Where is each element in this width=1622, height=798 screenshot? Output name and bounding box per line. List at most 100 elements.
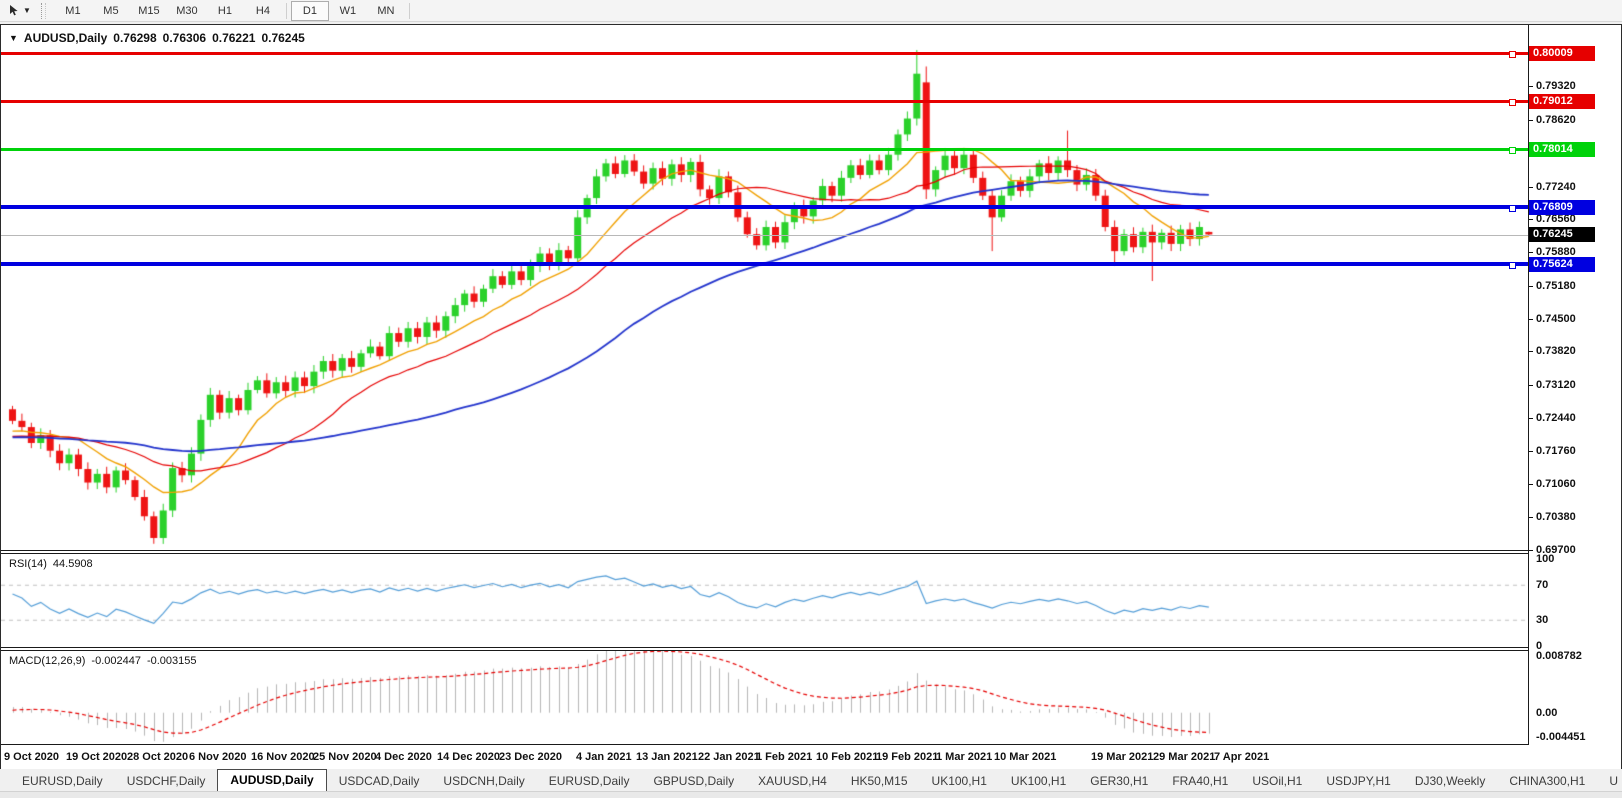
price-level-badge: 0.80009 bbox=[1529, 46, 1595, 61]
date-tick-label: 10 Mar 2021 bbox=[994, 751, 1056, 763]
price-level-line-0.80009[interactable] bbox=[1, 52, 1528, 55]
date-tick-label: 25 Nov 2020 bbox=[313, 751, 377, 763]
date-tick-label: 19 Oct 2020 bbox=[66, 751, 127, 763]
tab-u[interactable]: U bbox=[1597, 772, 1622, 791]
date-tick-label: 28 Oct 2020 bbox=[127, 751, 188, 763]
price-tick-label: 0.75180 bbox=[1536, 281, 1576, 292]
timeframe-m5[interactable]: M5 bbox=[92, 1, 130, 21]
tab-uk100-h1[interactable]: UK100,H1 bbox=[920, 772, 999, 791]
price-level-handle[interactable] bbox=[1509, 205, 1516, 212]
bid-price-badge: 0.76245 bbox=[1529, 227, 1595, 242]
tab-eurusd-daily[interactable]: EURUSD,Daily bbox=[10, 772, 115, 791]
time-axis: 9 Oct 2020 19 Oct 202028 Oct 20206 Nov 20… bbox=[1, 745, 1621, 768]
macd-chart-canvas[interactable] bbox=[1, 651, 1528, 744]
chart-open-value: 0.76298 bbox=[113, 31, 156, 45]
timeframe-toolbar: ▼ M1M5M15M30H1H4 D1W1MN bbox=[0, 0, 1622, 22]
macd-axis-label: 0.008782 bbox=[1536, 651, 1582, 662]
price-tick-label: 0.70380 bbox=[1536, 512, 1576, 523]
price-tick-label: 0.73820 bbox=[1536, 346, 1576, 357]
rsi-axis-label: 30 bbox=[1536, 615, 1548, 626]
tab-xauusd-h4[interactable]: XAUUSD,H4 bbox=[746, 772, 839, 791]
chart-title: ▼ AUDUSD,Daily 0.76298 0.76306 0.76221 0… bbox=[9, 31, 305, 45]
chart-window: ▼ AUDUSD,Daily 0.76298 0.76306 0.76221 0… bbox=[0, 24, 1622, 770]
date-tick-label: 29 Mar 2021 bbox=[1153, 751, 1215, 763]
timeframe-h4[interactable]: H4 bbox=[244, 1, 282, 21]
price-tick-label: 0.78620 bbox=[1536, 115, 1576, 126]
tab-dj30-weekly[interactable]: DJ30,Weekly bbox=[1403, 772, 1497, 791]
date-tick-label: 1 Feb 2021 bbox=[756, 751, 812, 763]
chart-low-value: 0.76221 bbox=[212, 31, 255, 45]
macd-label: MACD(12,26,9) -0.002447 -0.003155 bbox=[9, 655, 197, 667]
price-tick-label: 0.73120 bbox=[1536, 380, 1576, 391]
timeframe-d1[interactable]: D1 bbox=[291, 1, 329, 21]
tab-usdchf-daily[interactable]: USDCHF,Daily bbox=[115, 772, 218, 791]
date-tick-label: 10 Feb 2021 bbox=[816, 751, 878, 763]
price-level-line-0.78014[interactable] bbox=[1, 148, 1528, 151]
macd-pane[interactable]: MACD(12,26,9) -0.002447 -0.003155 bbox=[1, 650, 1528, 745]
price-level-line-0.75624[interactable] bbox=[1, 262, 1528, 266]
tab-usoil-h1[interactable]: USOil,H1 bbox=[1240, 772, 1314, 791]
tab-audusd-daily[interactable]: AUDUSD,Daily bbox=[217, 769, 326, 791]
chart-tab-bar: EURUSD,DailyUSDCHF,DailyAUDUSD,DailyUSDC… bbox=[0, 769, 1622, 791]
price-tick-label: 0.72440 bbox=[1536, 413, 1576, 424]
cursor-tool-button[interactable]: ▼ bbox=[4, 2, 35, 20]
price-tick-label: 0.71060 bbox=[1536, 479, 1576, 490]
toolbar-drag-handle[interactable] bbox=[41, 3, 46, 19]
date-tick-label: 23 Dec 2020 bbox=[499, 751, 562, 763]
price-tick-label: 0.74500 bbox=[1536, 314, 1576, 325]
timeframe-w1[interactable]: W1 bbox=[329, 1, 367, 21]
timeframe-mn[interactable]: MN bbox=[367, 1, 405, 21]
timeframe-m30[interactable]: M30 bbox=[168, 1, 206, 21]
date-tick-label: 1 Mar 2021 bbox=[936, 751, 992, 763]
rsi-pane[interactable]: RSI(14) 44.5908 bbox=[1, 553, 1528, 648]
trading-terminal: { "toolbar": { "timeframes": ["M1","M5",… bbox=[0, 0, 1622, 797]
date-tick-label: 9 Oct 2020 bbox=[4, 751, 59, 763]
macd-indicator-name: MACD(12,26,9) bbox=[9, 655, 85, 667]
tab-usdcnh-daily[interactable]: USDCNH,Daily bbox=[431, 772, 536, 791]
price-level-handle[interactable] bbox=[1509, 147, 1516, 154]
tab-eurusd-daily[interactable]: EURUSD,Daily bbox=[537, 772, 642, 791]
tab-china300-h1[interactable]: CHINA300,H1 bbox=[1497, 772, 1597, 791]
macd-indicator-signal-value: -0.003155 bbox=[147, 655, 197, 667]
rsi-label: RSI(14) 44.5908 bbox=[9, 558, 93, 570]
tab-gbpusd-daily[interactable]: GBPUSD,Daily bbox=[641, 772, 746, 791]
macd-axis-label: -0.004451 bbox=[1536, 732, 1586, 743]
tab-uk100-h1[interactable]: UK100,H1 bbox=[999, 772, 1078, 791]
rsi-chart-canvas[interactable] bbox=[1, 554, 1528, 647]
date-tick-label: 22 Jan 2021 bbox=[698, 751, 760, 763]
timeframe-m15[interactable]: M15 bbox=[130, 1, 168, 21]
candlestick-chart-canvas[interactable] bbox=[1, 25, 1528, 551]
price-level-handle[interactable] bbox=[1509, 99, 1516, 106]
timeframe-h1[interactable]: H1 bbox=[206, 1, 244, 21]
rsi-indicator-value: 44.5908 bbox=[53, 558, 93, 570]
chart-close-value: 0.76245 bbox=[261, 31, 304, 45]
timeframe-m1[interactable]: M1 bbox=[54, 1, 92, 21]
date-tick-label: 14 Dec 2020 bbox=[437, 751, 500, 763]
date-tick-label: 4 Dec 2020 bbox=[375, 751, 432, 763]
price-level-handle[interactable] bbox=[1509, 51, 1516, 58]
toolbar-separator bbox=[409, 3, 410, 19]
date-tick-label: 6 Nov 2020 bbox=[189, 751, 246, 763]
price-level-line-0.79012[interactable] bbox=[1, 100, 1528, 103]
price-level-handle[interactable] bbox=[1509, 262, 1516, 269]
chevron-down-icon: ▼ bbox=[23, 7, 31, 15]
price-pane[interactable]: ▼ AUDUSD,Daily 0.76298 0.76306 0.76221 0… bbox=[1, 25, 1528, 551]
cursor-arrow-icon bbox=[8, 4, 21, 17]
price-level-badge: 0.79012 bbox=[1529, 94, 1595, 109]
price-tick-label: 0.79320 bbox=[1536, 81, 1576, 92]
price-level-badge: 0.75624 bbox=[1529, 257, 1595, 272]
tab-hk50-m15[interactable]: HK50,M15 bbox=[839, 772, 920, 791]
timeframe-buttons: M1M5M15M30H1H4 D1W1MN bbox=[54, 1, 414, 21]
date-tick-label: 19 Feb 2021 bbox=[876, 751, 938, 763]
tab-fra40-h1[interactable]: FRA40,H1 bbox=[1160, 772, 1240, 791]
date-tick-label: 13 Jan 2021 bbox=[636, 751, 698, 763]
tab-usdcad-daily[interactable]: USDCAD,Daily bbox=[327, 772, 432, 791]
tab-ger30-h1[interactable]: GER30,H1 bbox=[1078, 772, 1160, 791]
date-tick-label: 19 Mar 2021 bbox=[1091, 751, 1153, 763]
chart-high-value: 0.76306 bbox=[163, 31, 206, 45]
rsi-axis-label: 100 bbox=[1536, 554, 1554, 565]
price-level-line-0.76809[interactable] bbox=[1, 205, 1528, 209]
tab-usdjpy-h1[interactable]: USDJPY,H1 bbox=[1314, 772, 1402, 791]
symbol-caret-icon: ▼ bbox=[9, 33, 18, 43]
price-tick-label: 0.77240 bbox=[1536, 182, 1576, 193]
